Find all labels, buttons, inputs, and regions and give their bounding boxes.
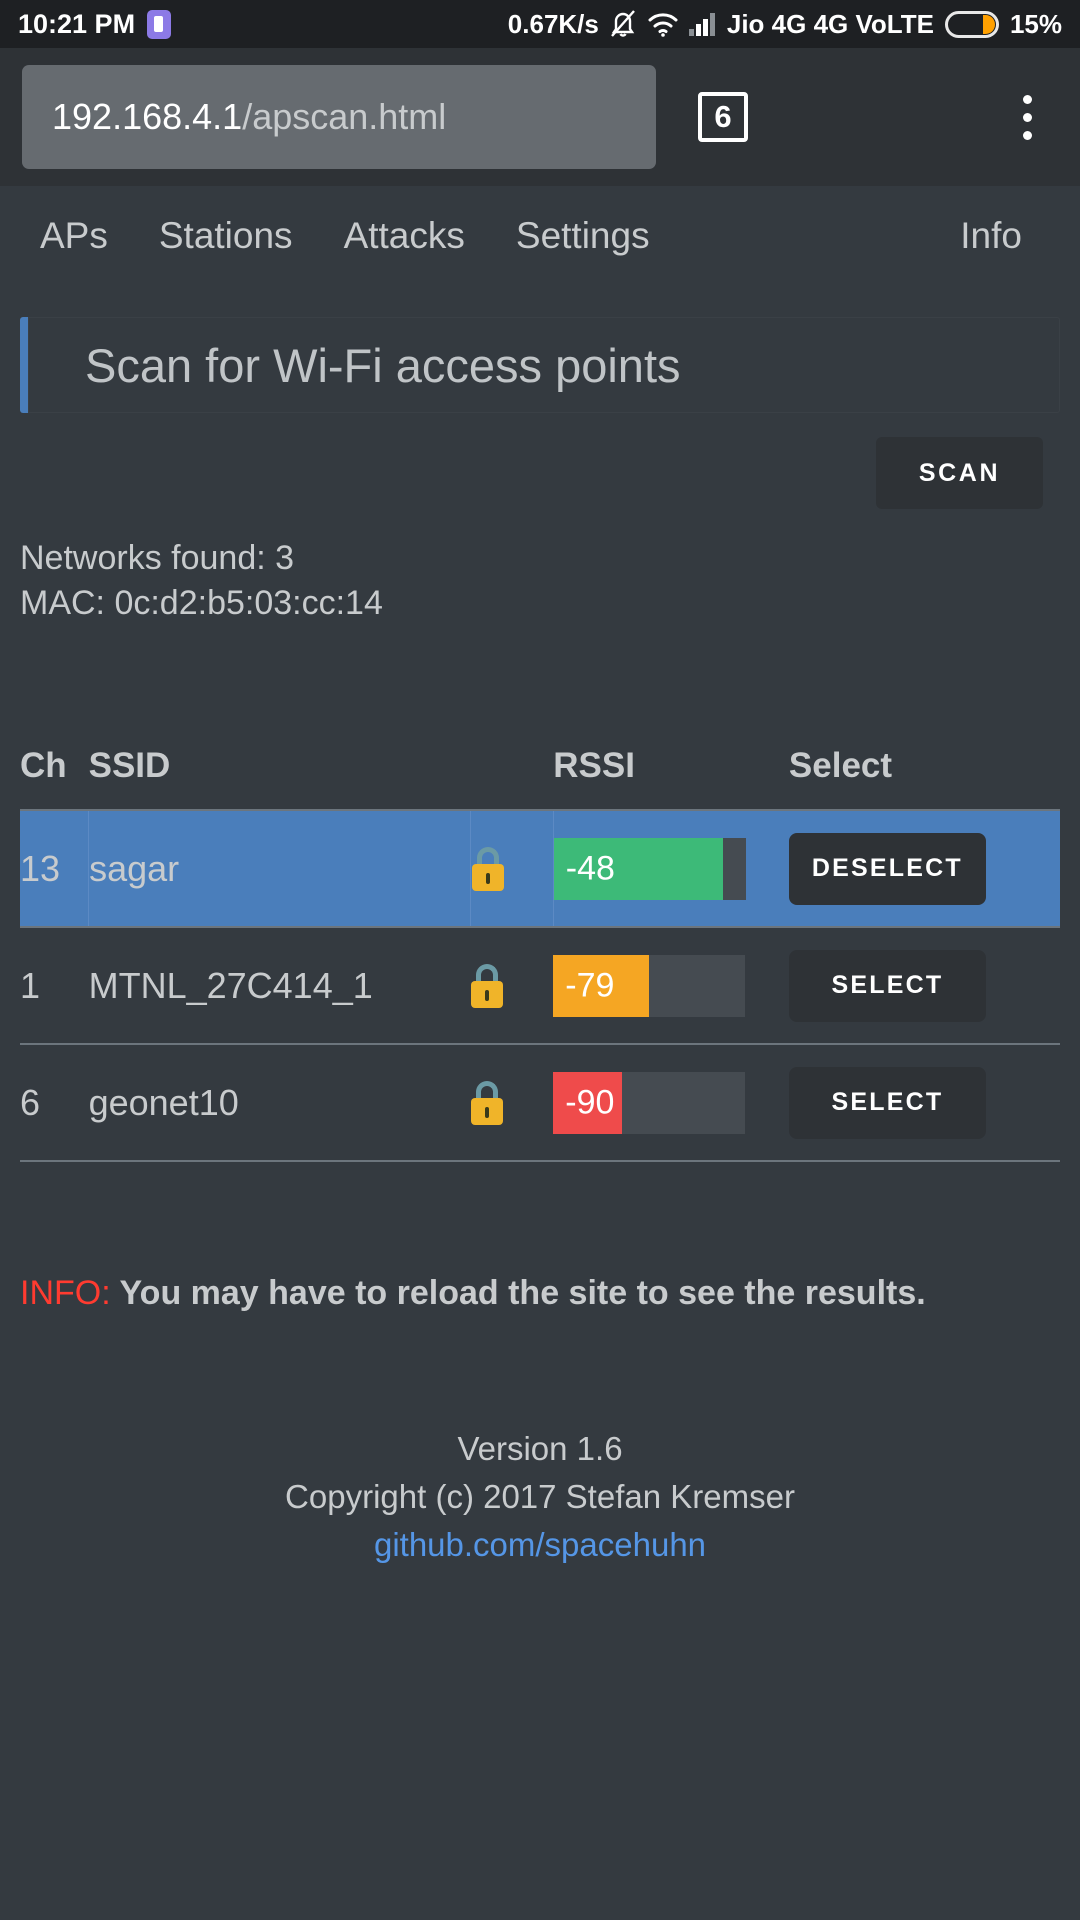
select-button[interactable]: SELECT (788, 949, 986, 1022)
info-tag: INFO: (20, 1274, 111, 1312)
cell-ssid: geonet10 (88, 1081, 239, 1123)
cell-rssi: -79 (553, 927, 789, 1044)
select-button[interactable]: SELECT (788, 1066, 986, 1139)
scan-button[interactable]: SCAN (876, 437, 1043, 509)
scan-row: SCAN (20, 413, 1060, 533)
mac-address-label: MAC: 0c:d2:b5:03:cc:14 (20, 584, 383, 622)
page-nav: APs Stations Attacks Settings Info (0, 186, 1080, 286)
url-bar[interactable]: 192.168.4.1/apscan.html (22, 65, 656, 169)
scan-meta: Networks found: 3 MAC: 0c:d2:b5:03:cc:14 (20, 536, 1060, 626)
networks-found-label: Networks found: 3 (20, 539, 295, 577)
tab-count-button[interactable]: 6 (698, 92, 748, 142)
column-header-ch: Ch (20, 746, 67, 785)
rssi-value: -79 (565, 966, 615, 1004)
cell-channel: 1 (20, 964, 41, 1006)
table-row[interactable]: 13 sagar -48 DESELECT (20, 810, 1060, 927)
status-bar-left: 10:21 PM (18, 8, 172, 40)
lock-icon (470, 1080, 504, 1125)
signal-bars-icon (688, 11, 716, 37)
browser-toolbar: 192.168.4.1/apscan.html 6 (0, 48, 1080, 186)
url-host: 192.168.4.1 (52, 96, 243, 137)
kebab-menu-icon[interactable] (1022, 94, 1032, 140)
nav-item-settings[interactable]: Settings (516, 215, 650, 257)
page-content: Scan for Wi-Fi access points SCAN Networ… (0, 286, 1080, 1920)
lock-icon (470, 963, 504, 1008)
nav-item-stations[interactable]: Stations (159, 215, 293, 257)
table-header-row: Ch SSID RSSI Select (20, 746, 1060, 810)
app-notification-icon (147, 9, 172, 39)
phone-screen: 10:21 PM 0.67K/s Jio 4G 4G VoLTE 15% 192… (0, 0, 1080, 1920)
cell-channel: 6 (20, 1081, 41, 1123)
cell-encryption (470, 927, 553, 1044)
carrier-label: Jio 4G 4G VoLTE (726, 8, 934, 39)
nav-item-aps[interactable]: APs (40, 215, 108, 257)
cell-rssi: -90 (553, 1044, 789, 1161)
battery-icon (944, 10, 999, 38)
lock-icon (471, 846, 505, 891)
url-path: /apscan.html (242, 96, 447, 137)
cell-encryption (470, 1044, 553, 1161)
mute-bell-icon (610, 9, 636, 39)
rssi-meter: -79 (553, 954, 746, 1017)
column-header-lock (470, 746, 553, 810)
table-body: 13 sagar -48 DESELECT 1 MTNL_27C414_1 -79 SELEC… (20, 810, 1060, 1161)
cell-select: DESELECT (788, 810, 1060, 927)
rssi-value: -48 (565, 849, 615, 887)
info-message: INFO: You may have to reload the site to… (20, 1274, 1060, 1313)
rssi-value: -90 (565, 1083, 615, 1121)
page-title-card: Scan for Wi-Fi access points (20, 317, 1060, 413)
page-footer: Version 1.6 Copyright (c) 2017 Stefan Kr… (20, 1425, 1060, 1569)
nav-item-attacks[interactable]: Attacks (344, 215, 465, 257)
cell-rssi: -48 (553, 810, 789, 927)
cell-ssid: sagar (88, 810, 471, 927)
cell-select: SELECT (788, 1044, 1060, 1161)
cell-channel: 13 (20, 810, 90, 927)
cell-select: SELECT (788, 927, 1060, 1044)
footer-github-link[interactable]: github.com/spacehuhn (20, 1521, 1060, 1569)
deselect-button[interactable]: DESELECT (788, 832, 986, 905)
footer-version: Version 1.6 (457, 1430, 623, 1467)
status-bar-clock: 10:21 PM (18, 8, 136, 39)
battery-percent-label: 15% (1009, 8, 1062, 39)
network-speed-label: 0.67K/s (507, 8, 599, 39)
page-title: Scan for Wi-Fi access points (85, 338, 681, 392)
column-header-ssid: SSID (88, 746, 171, 785)
nav-item-info[interactable]: Info (960, 215, 1022, 257)
column-header-select: Select (788, 746, 893, 785)
rssi-meter: -90 (553, 1071, 746, 1134)
table-head: Ch SSID RSSI Select (20, 746, 1060, 810)
info-text: You may have to reload the site to see t… (119, 1274, 926, 1312)
access-point-table: Ch SSID RSSI Select 13 sagar -48 DESELECT 1 M… (20, 746, 1060, 1162)
cell-encryption (470, 810, 554, 927)
rssi-meter: -48 (553, 837, 746, 900)
status-bar-right: 0.67K/s Jio 4G 4G VoLTE 15% (508, 9, 1062, 40)
wifi-icon (647, 11, 678, 37)
cell-ssid: MTNL_27C414_1 (88, 964, 373, 1006)
table-row[interactable]: 6 geonet10 -90 SELECT (20, 1044, 1060, 1161)
footer-copyright: Copyright (c) 2017 Stefan Kremser (285, 1478, 795, 1515)
column-header-rssi: RSSI (553, 746, 635, 785)
table-row[interactable]: 1 MTNL_27C414_1 -79 SELECT (20, 927, 1060, 1044)
android-status-bar: 10:21 PM 0.67K/s Jio 4G 4G VoLTE 15% (0, 0, 1080, 48)
